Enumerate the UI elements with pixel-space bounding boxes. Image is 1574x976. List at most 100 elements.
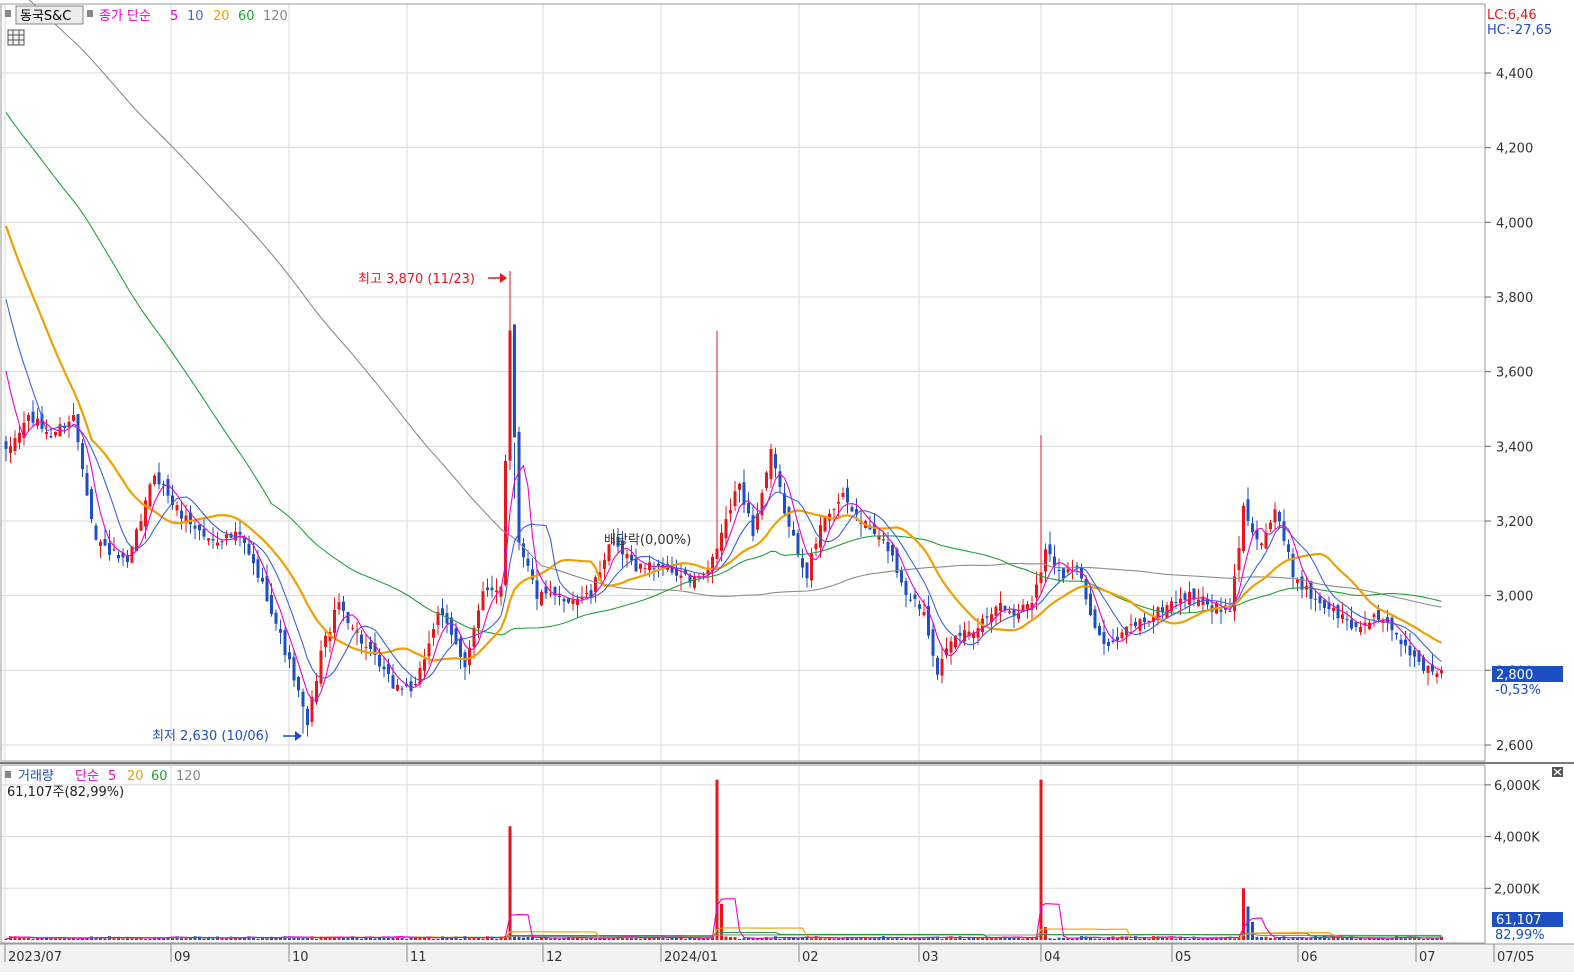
candle-body [1057, 570, 1061, 572]
volume-bar [958, 936, 962, 940]
candle-body [513, 324, 516, 438]
volume-bar [1327, 938, 1331, 940]
volume-bar [1197, 938, 1200, 940]
candle-body [85, 473, 89, 496]
candle-body [792, 529, 795, 536]
candle-body [1350, 619, 1353, 629]
candle-body [1377, 609, 1380, 620]
candle-body [1341, 614, 1344, 619]
candle-body [733, 491, 737, 507]
close-pane-icon[interactable] [1552, 767, 1563, 777]
table-toggle-icon[interactable] [7, 29, 25, 46]
volume-bar [135, 938, 138, 940]
candle-body [787, 507, 791, 527]
volume-bar [1404, 938, 1407, 940]
price-indicator-label[interactable]: 종가 단순 [99, 9, 151, 24]
candle-body [819, 525, 822, 548]
volume-bar [1026, 937, 1029, 940]
volume-bar [481, 938, 485, 940]
volume-bar [1422, 938, 1425, 940]
volume-bar [549, 938, 552, 940]
candle-body [207, 538, 210, 541]
candle-body [1269, 522, 1272, 529]
volume-bar [1062, 937, 1065, 940]
candle-body [1242, 505, 1245, 551]
date-tick-label: 03 [922, 950, 939, 965]
volume-bar [832, 938, 836, 940]
candle-body [526, 558, 530, 566]
last-price-value: 2,800 [1496, 668, 1533, 683]
candle-body [400, 688, 404, 690]
candle-body [652, 568, 656, 570]
volume-bar [1341, 938, 1344, 940]
candle-body [225, 534, 228, 539]
volume-bar [436, 938, 440, 940]
candle-body [679, 575, 683, 578]
candle-body [369, 642, 372, 649]
candle-body [117, 554, 120, 559]
candle-body [1134, 621, 1137, 626]
candle-body [1395, 632, 1398, 635]
candle-body [1107, 641, 1110, 646]
candle-body [904, 581, 908, 595]
candle-body [459, 638, 462, 657]
candle-body [1093, 609, 1097, 628]
volume-bar [355, 937, 359, 940]
candle-body [1111, 640, 1115, 643]
volume-bar [940, 938, 944, 940]
volume-bar [585, 938, 588, 940]
volume-bar [1165, 937, 1169, 940]
candle-body [765, 472, 768, 488]
candle-body [850, 507, 854, 512]
volume-bar [783, 938, 786, 940]
volume-bar [1224, 938, 1227, 940]
last-volume-value: 61,107 [1496, 913, 1542, 928]
candle-body [1183, 593, 1187, 600]
volume-bar [1287, 938, 1290, 940]
ma5-label: 5 [170, 9, 178, 24]
candle-body [1089, 593, 1092, 616]
volume-bar [1138, 938, 1142, 940]
candle-body [166, 479, 170, 496]
candle-body [567, 598, 570, 603]
volume-handle-icon[interactable] [5, 771, 11, 778]
candle-body [634, 559, 638, 572]
candle-body [900, 570, 903, 583]
candle-body [1314, 598, 1317, 600]
candle-body [999, 602, 1002, 612]
pane-handle-icon[interactable] [5, 10, 11, 17]
stock-name[interactable]: 동국S&C [20, 9, 71, 24]
candle-body [391, 675, 395, 689]
volume-bar [571, 938, 575, 940]
price-tick-label: 2,600 [1496, 739, 1533, 754]
candle-body [1062, 568, 1065, 579]
candle-body [382, 666, 386, 670]
candle-body [549, 593, 552, 595]
indicator-handle-icon[interactable] [87, 10, 93, 17]
candle-body [1336, 605, 1340, 619]
volume-ind-label[interactable]: 단순 [75, 769, 99, 784]
candle-body [909, 599, 912, 601]
candle-body [693, 576, 696, 588]
volume-bar [414, 937, 417, 940]
volume-bar [756, 938, 759, 940]
volume-bar [189, 937, 192, 940]
date-tick-label: 2024/01 [664, 950, 718, 965]
volume-bar [54, 938, 57, 940]
candle-body [148, 484, 152, 507]
candle-body [4, 441, 8, 449]
price-tick-label: 4,000 [1496, 216, 1533, 231]
price-tick-label: 4,200 [1496, 142, 1533, 157]
volume-bar [508, 826, 512, 940]
volume-bar [1071, 938, 1074, 940]
volume-bar [1116, 938, 1119, 940]
candle-body [364, 647, 368, 649]
candle-body [823, 516, 827, 532]
volume-bar [1147, 938, 1151, 940]
volume-bar [463, 936, 467, 940]
dividend-annotation: 배당락(0,00%) [604, 533, 691, 548]
volume-label[interactable]: 거래량 [18, 769, 54, 784]
ma20-label: 20 [213, 9, 230, 24]
candle-body [157, 472, 161, 485]
candle-body [517, 431, 521, 543]
